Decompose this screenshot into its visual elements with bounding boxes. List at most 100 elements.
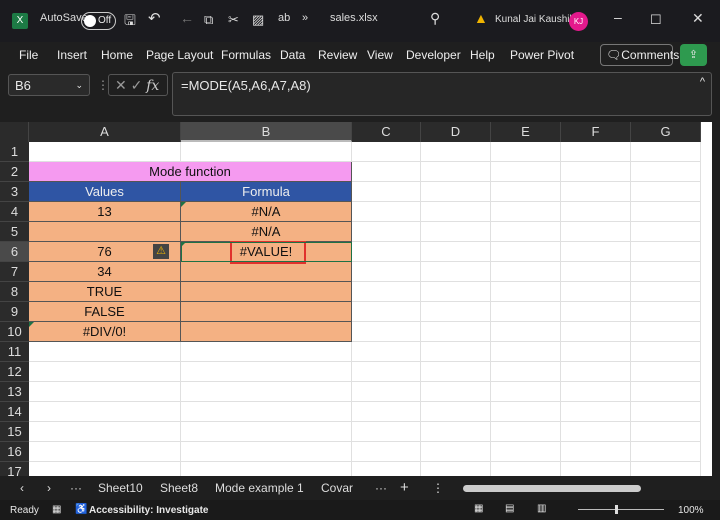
sheet-tab[interactable]: Sheet10 [98,481,143,495]
avatar[interactable]: KJ [569,12,588,31]
cell[interactable] [352,402,421,422]
row-header[interactable]: 2 [0,162,29,182]
cell[interactable] [561,142,631,162]
table-cell[interactable] [181,322,352,342]
table-cell[interactable] [181,282,352,302]
table-header[interactable]: Values [29,182,181,202]
cell[interactable] [561,302,631,322]
cell[interactable] [352,382,421,402]
cell[interactable] [421,202,491,222]
cell[interactable] [631,422,701,442]
cell[interactable] [631,162,701,182]
more-commands-icon[interactable]: » [302,12,308,24]
maximize-button[interactable]: ☐ [650,12,662,28]
cell[interactable] [491,222,561,242]
vertical-scrollbar[interactable] [712,122,720,476]
row-header[interactable]: 7 [0,262,29,282]
cell[interactable] [561,402,631,422]
cell[interactable] [561,262,631,282]
cell[interactable] [561,442,631,462]
cell[interactable] [491,162,561,182]
row-header[interactable]: 17 [0,462,29,476]
row-header[interactable]: 13 [0,382,29,402]
menu-review[interactable]: Review [318,48,357,62]
search-icon[interactable]: ⚲ [430,10,440,27]
column-header[interactable]: D [421,122,491,142]
menu-page-layout[interactable]: Page Layout [146,48,213,62]
cell[interactable] [491,322,561,342]
row-header[interactable]: 6 [0,242,29,262]
menu-data[interactable]: Data [280,48,305,62]
cell[interactable] [421,162,491,182]
table-header[interactable]: Formula [181,182,352,202]
menu-view[interactable]: View [367,48,393,62]
row-header[interactable]: 1 [0,142,29,162]
cell[interactable] [352,422,421,442]
save-icon[interactable]: 🖫 [124,10,136,34]
cell[interactable] [631,382,701,402]
cell[interactable] [421,302,491,322]
cell[interactable] [631,222,701,242]
cell[interactable] [29,402,181,422]
cell[interactable] [561,422,631,442]
menu-formulas[interactable]: Formulas [221,48,271,62]
cell[interactable] [631,142,701,162]
zoom-slider[interactable] [578,505,664,514]
menu-help[interactable]: Help [470,48,495,62]
cell[interactable] [181,442,352,462]
table-title[interactable]: Mode function [29,162,352,182]
cell[interactable] [421,242,491,262]
row-header[interactable]: 3 [0,182,29,202]
more-sheets-icon[interactable]: ··· [375,481,387,495]
sheet-tab[interactable]: Sheet8 [160,481,198,495]
cell[interactable] [631,202,701,222]
table-cell[interactable]: #N/A [181,222,352,242]
cell[interactable] [352,342,421,362]
cell[interactable] [561,162,631,182]
cell[interactable] [421,402,491,422]
cell[interactable] [631,462,701,476]
cell[interactable] [561,382,631,402]
cell[interactable] [491,382,561,402]
cell[interactable] [491,182,561,202]
picture-icon[interactable]: ▨ [252,12,264,28]
cell[interactable] [421,422,491,442]
cell[interactable] [352,202,421,222]
cell[interactable] [561,362,631,382]
normal-view-icon[interactable]: ▦ [474,503,483,514]
menu-home[interactable]: Home [101,48,133,62]
cell[interactable] [491,462,561,476]
filename[interactable]: sales.xlsx [330,12,378,24]
cell[interactable] [181,422,352,442]
cell[interactable] [421,442,491,462]
cell[interactable] [421,322,491,342]
sheet-tab[interactable]: Mode example 1 [215,481,304,495]
cell[interactable] [491,202,561,222]
table-cell[interactable] [29,222,181,242]
macro-icon[interactable]: ▦ [52,504,61,515]
table-cell[interactable]: TRUE [29,282,181,302]
column-header[interactable]: C [352,122,421,142]
cell[interactable] [631,442,701,462]
cell[interactable] [181,382,352,402]
cell[interactable] [561,182,631,202]
cell[interactable] [421,342,491,362]
cell[interactable] [352,262,421,282]
enter-icon[interactable]: ✓ [131,77,143,93]
cell[interactable] [491,442,561,462]
table-cell[interactable]: #DIV/0! [29,322,181,342]
options-icon[interactable]: ⋮ [432,481,444,495]
cell[interactable] [561,322,631,342]
row-header[interactable]: 4 [0,202,29,222]
name-box[interactable]: B6 ⌄ [8,74,90,96]
accessibility-status[interactable]: Accessibility: Investigate [89,505,209,516]
copy-icon[interactable]: ⧉ [204,12,213,28]
cell[interactable] [181,342,352,362]
column-header[interactable]: F [561,122,631,142]
select-all-corner[interactable] [0,122,29,142]
chevron-down-icon[interactable]: ⌄ [75,80,83,91]
more-sheets-icon[interactable]: ··· [70,481,82,495]
cell[interactable] [491,402,561,422]
cell[interactable] [631,282,701,302]
cell[interactable] [491,142,561,162]
